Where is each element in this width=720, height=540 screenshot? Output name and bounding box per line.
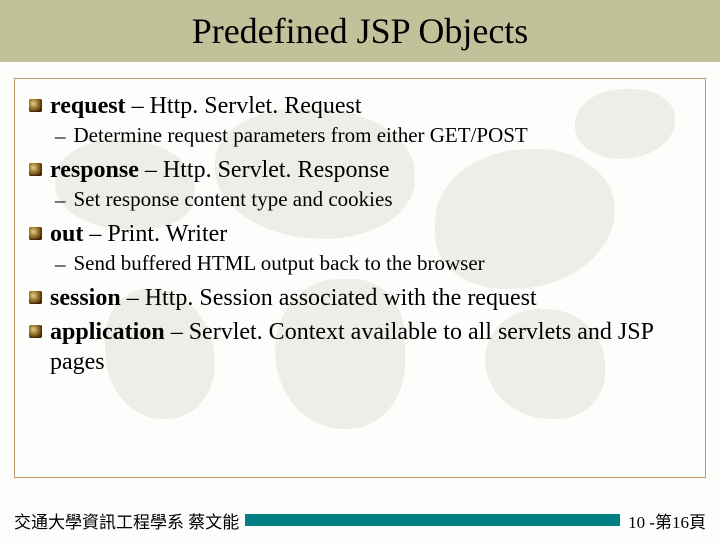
sub-text: Determine request parameters from either… <box>74 123 528 148</box>
page-title: Predefined JSP Objects <box>192 10 529 52</box>
bullet-icon <box>29 325 42 338</box>
list-item: application – Servlet. Context available… <box>29 317 691 377</box>
bullet-icon <box>29 291 42 304</box>
list-item: request – Http. Servlet. Request <box>29 91 691 121</box>
item-text: response – Http. Servlet. Response <box>50 155 390 185</box>
content-box: request – Http. Servlet. Request – Deter… <box>14 78 706 478</box>
footer: 交通大學資訊工程學系 蔡文能 10 -第16頁 <box>14 508 706 532</box>
footer-left: 交通大學資訊工程學系 蔡文能 <box>14 508 239 533</box>
bullet-icon <box>29 163 42 176</box>
item-text: application – Servlet. Context available… <box>50 317 691 377</box>
sub-item: – Set response content type and cookies <box>55 187 691 213</box>
title-band: Predefined JSP Objects <box>0 0 720 62</box>
item-text: session – Http. Session associated with … <box>50 283 537 313</box>
dash-icon: – <box>55 188 66 213</box>
list-item: response – Http. Servlet. Response <box>29 155 691 185</box>
footer-right: 10 -第16頁 <box>628 508 706 533</box>
sub-text: Send buffered HTML output back to the br… <box>74 251 485 276</box>
dash-icon: – <box>55 252 66 277</box>
bullet-icon <box>29 99 42 112</box>
bullet-icon <box>29 227 42 240</box>
item-text: request – Http. Servlet. Request <box>50 91 362 121</box>
list-item: session – Http. Session associated with … <box>29 283 691 313</box>
sub-text: Set response content type and cookies <box>74 187 393 212</box>
dash-icon: – <box>55 124 66 149</box>
item-text: out – Print. Writer <box>50 219 227 249</box>
sub-item: – Determine request parameters from eith… <box>55 123 691 149</box>
content-list: request – Http. Servlet. Request – Deter… <box>29 91 691 377</box>
list-item: out – Print. Writer <box>29 219 691 249</box>
footer-bar <box>245 514 620 526</box>
sub-item: – Send buffered HTML output back to the … <box>55 251 691 277</box>
